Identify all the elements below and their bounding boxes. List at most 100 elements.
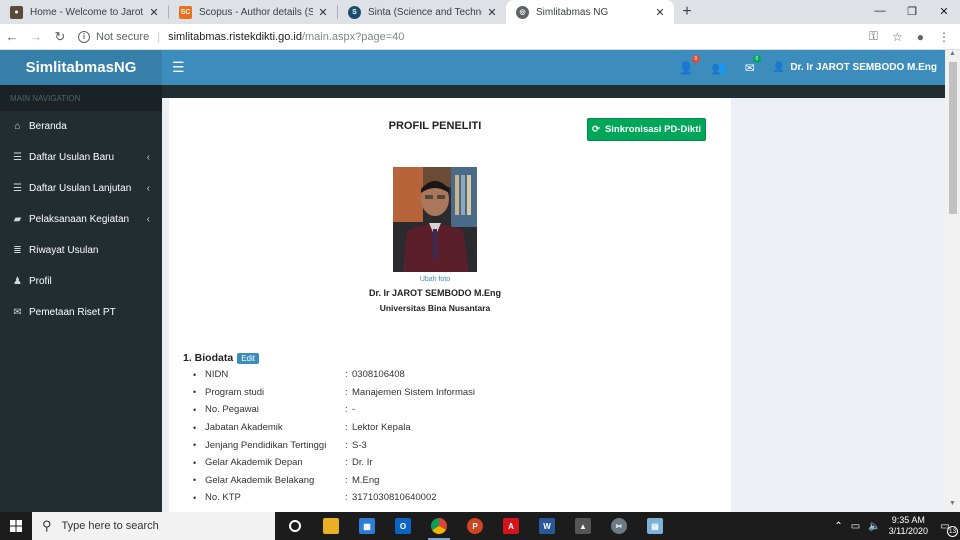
notification-count: 13 [947,525,958,537]
network-icon[interactable]: ▭ [851,521,860,532]
message-badge: 0 [752,54,761,63]
info-icon[interactable]: i [78,30,90,43]
researcher-university: Universitas Bina Nusantara [379,303,491,313]
volume-icon[interactable]: 🔈 [868,521,880,532]
biodata-key: Jabatan Akademik [205,422,283,434]
task-view-icon[interactable] [281,512,309,540]
close-icon[interactable]: ✕ [486,6,498,19]
tab-sinta[interactable]: S Sinta (Science and Technology Ind ✕ [338,0,506,24]
sidebar-item-daftar-usulan-lanjutan[interactable]: ☰ Daftar Usulan Lanjutan ‹ [0,173,162,204]
sidebar-item-label: Daftar Usulan Baru [29,152,115,163]
reload-icon[interactable]: ↻ [48,29,72,45]
back-icon[interactable]: ← [0,29,24,44]
tab-title: Home - Welcome to Jarot Suroso [30,6,144,18]
windows-start-icon[interactable] [0,512,32,540]
close-window-icon[interactable]: ✕ [928,0,960,22]
list-item: • Gelar Akademik Belakang: M.Eng [193,472,693,490]
windows-taskbar: ⚲ Type here to search ▦ O P A W ▲ ✂ ▤ ⌃ … [0,512,960,540]
users-icon[interactable]: 👥 [712,61,727,75]
scroll-down-icon[interactable]: ▼ [945,500,960,512]
edit-biodata-button[interactable]: Edit [237,352,259,364]
globe-icon: ◎ [516,5,529,19]
sidebar-item-daftar-usulan-baru[interactable]: ☰ Daftar Usulan Baru ‹ [0,142,162,173]
tab-scopus[interactable]: SC Scopus - Author details (Suroso, ✕ [169,0,337,24]
profile-photo [393,167,477,272]
sidebar-item-riwayat-usulan[interactable]: ≣ Riwayat Usulan [0,235,162,266]
envelope-icon[interactable]: ✉ 0 [745,54,761,75]
biodata-key: Program studi [205,386,265,398]
biodata-list: • NIDN:0308106408 • Program studi: Manajeme… [193,366,693,507]
store-icon[interactable]: ▦ [353,512,381,540]
chevron-left-icon: ‹ [146,214,150,225]
url-input[interactable]: i Not secure | simlitabmas.ristekdikti.g… [78,26,869,48]
minimize-icon[interactable]: — [864,0,896,22]
tab-home-jarot[interactable]: ● Home - Welcome to Jarot Suroso ✕ [0,0,168,24]
notification-badge: 0 [691,54,700,63]
snipping-icon[interactable]: ✂ [605,512,633,540]
chevron-left-icon: ‹ [146,183,150,194]
clock[interactable]: 9:35 AM 3/11/2020 [889,515,928,537]
date-label: 3/11/2020 [888,526,928,536]
chrome-icon[interactable] [425,512,453,540]
biodata-title: 1. Biodata [183,352,234,364]
sidebar-item-pemetaan-riset[interactable]: ✉ Pemetaan Riset PT [0,297,162,328]
hamburger-icon[interactable]: ☰ [172,59,185,76]
star-icon[interactable]: ☆ [892,30,903,44]
researcher-name: Dr. Ir JAROT SEMBODO M.Eng [368,288,501,298]
list-item: • Jabatan Akademik: Lektor Kepala [193,419,693,437]
sync-pddikti-button[interactable]: ⟳ Sinkronisasi PD-Dikti [587,118,706,141]
change-photo-link[interactable]: Ubah foto [169,276,701,283]
outlook-icon[interactable]: O [389,512,417,540]
notepad-icon[interactable]: ▤ [641,512,669,540]
key-icon[interactable]: ⚿ [869,29,878,44]
word-icon[interactable]: W [533,512,561,540]
user-plus-icon[interactable]: 👤 0 [679,54,700,75]
window-controls: — ❐ ✕ [864,0,960,22]
home-icon: ⌂ [14,121,21,132]
tab-simlitabmas[interactable]: ◎ Simlitabmas NG ✕ [506,0,674,24]
file-explorer-icon[interactable] [317,512,345,540]
sidebar-item-label: Beranda [29,121,67,132]
biodata-key: Jenjang Pendidikan Tertinggi [205,439,327,451]
biodata-heading: 1. Biodata Edit [183,352,259,364]
biodata-value: Dr. Ir [352,457,373,469]
sidebar-item-label: Riwayat Usulan [29,245,99,256]
acrobat-icon[interactable]: A [497,512,525,540]
sidebar-item-beranda[interactable]: ⌂ Beranda [0,111,162,142]
close-icon[interactable]: ✕ [148,6,160,19]
close-icon[interactable]: ✕ [317,6,329,19]
biodata-value: Lektor Kepala [352,422,411,434]
user-icon: ♟ [13,276,22,287]
new-tab-button[interactable]: + [674,0,700,24]
list-icon: ☰ [13,183,22,194]
sinta-icon: S [348,5,361,19]
restore-icon[interactable]: ❐ [896,0,928,22]
action-center-icon[interactable]: ▭ 13 [936,521,958,537]
forward-icon[interactable]: → [24,29,48,44]
close-icon[interactable]: ✕ [654,6,666,19]
page-scrollbar[interactable]: ▲ ▼ [945,50,960,512]
url-host: simlitabmas.ristekdikti.go.id [168,30,302,43]
list-icon: ☰ [13,152,22,163]
scrollbar-thumb[interactable] [949,62,957,214]
biodata-key: NIDN [205,369,229,381]
address-bar: ← → ↻ i Not secure | simlitabmas.ristekd… [0,24,960,50]
security-label: Not secure [96,30,150,43]
chevron-left-icon: ‹ [146,152,150,163]
list-item: • No. KTP:3171030810640002 [193,489,693,507]
profile-icon[interactable]: ● [917,30,924,44]
photos-icon[interactable]: ▲ [569,512,597,540]
app-header: SimlitabmasNG ☰ 👤 0 👥 ✉ 0 👤 Dr. Ir JAROT S… [0,50,945,85]
app-logo[interactable]: SimlitabmasNG [0,50,162,85]
biodata-value: M.Eng [352,474,380,486]
chevron-up-icon[interactable]: ⌃ [834,521,842,532]
sidebar-item-pelaksanaan-kegiatan[interactable]: ▰ Pelaksanaan Kegiatan ‹ [0,204,162,235]
user-menu[interactable]: 👤 Dr. Ir JAROT SEMBODO M.Eng [773,62,937,73]
scroll-up-icon[interactable]: ▲ [945,50,960,62]
menu-icon[interactable]: ⋮ [938,30,950,44]
sidebar-item-profil[interactable]: ♟ Profil [0,266,162,297]
user-name: Dr. Ir JAROT SEMBODO M.Eng [790,62,937,73]
powerpoint-icon[interactable]: P [461,512,489,540]
taskbar-search-input[interactable]: ⚲ Type here to search [32,512,275,540]
sidebar-item-label: Daftar Usulan Lanjutan [29,183,132,194]
